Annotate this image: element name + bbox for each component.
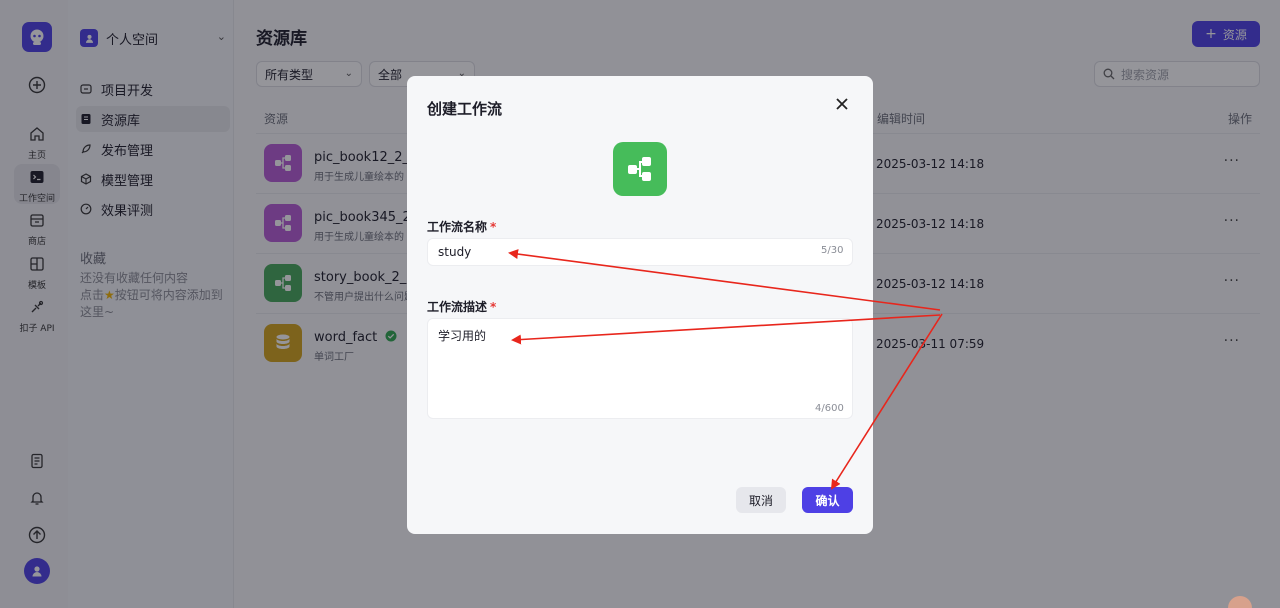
required-mark: * xyxy=(490,300,497,314)
workflow-name-label-text: 工作流名称 xyxy=(427,220,488,234)
desc-char-counter: 4/600 xyxy=(815,403,844,414)
close-icon[interactable] xyxy=(833,96,851,114)
required-mark: * xyxy=(490,220,497,234)
workflow-desc-label: 工作流描述 * xyxy=(427,298,496,315)
workflow-icon[interactable] xyxy=(613,142,667,196)
create-workflow-dialog: 创建工作流 工作流名称 * study 5/30 工作流描述 * 学习用的 4/60… xyxy=(407,76,873,534)
workflow-desc-textarea[interactable]: 学习用的 xyxy=(427,318,853,419)
cancel-button[interactable]: 取消 xyxy=(736,487,786,513)
dialog-title: 创建工作流 xyxy=(427,100,503,118)
workflow-name-label: 工作流名称 * xyxy=(427,218,496,235)
name-char-counter: 5/30 xyxy=(821,245,844,256)
confirm-button[interactable]: 确认 xyxy=(802,487,853,513)
workflow-name-input[interactable]: study xyxy=(427,238,853,266)
workflow-name-value: study xyxy=(438,245,472,259)
workflow-desc-value: 学习用的 xyxy=(438,329,487,343)
workflow-desc-label-text: 工作流描述 xyxy=(427,300,488,314)
